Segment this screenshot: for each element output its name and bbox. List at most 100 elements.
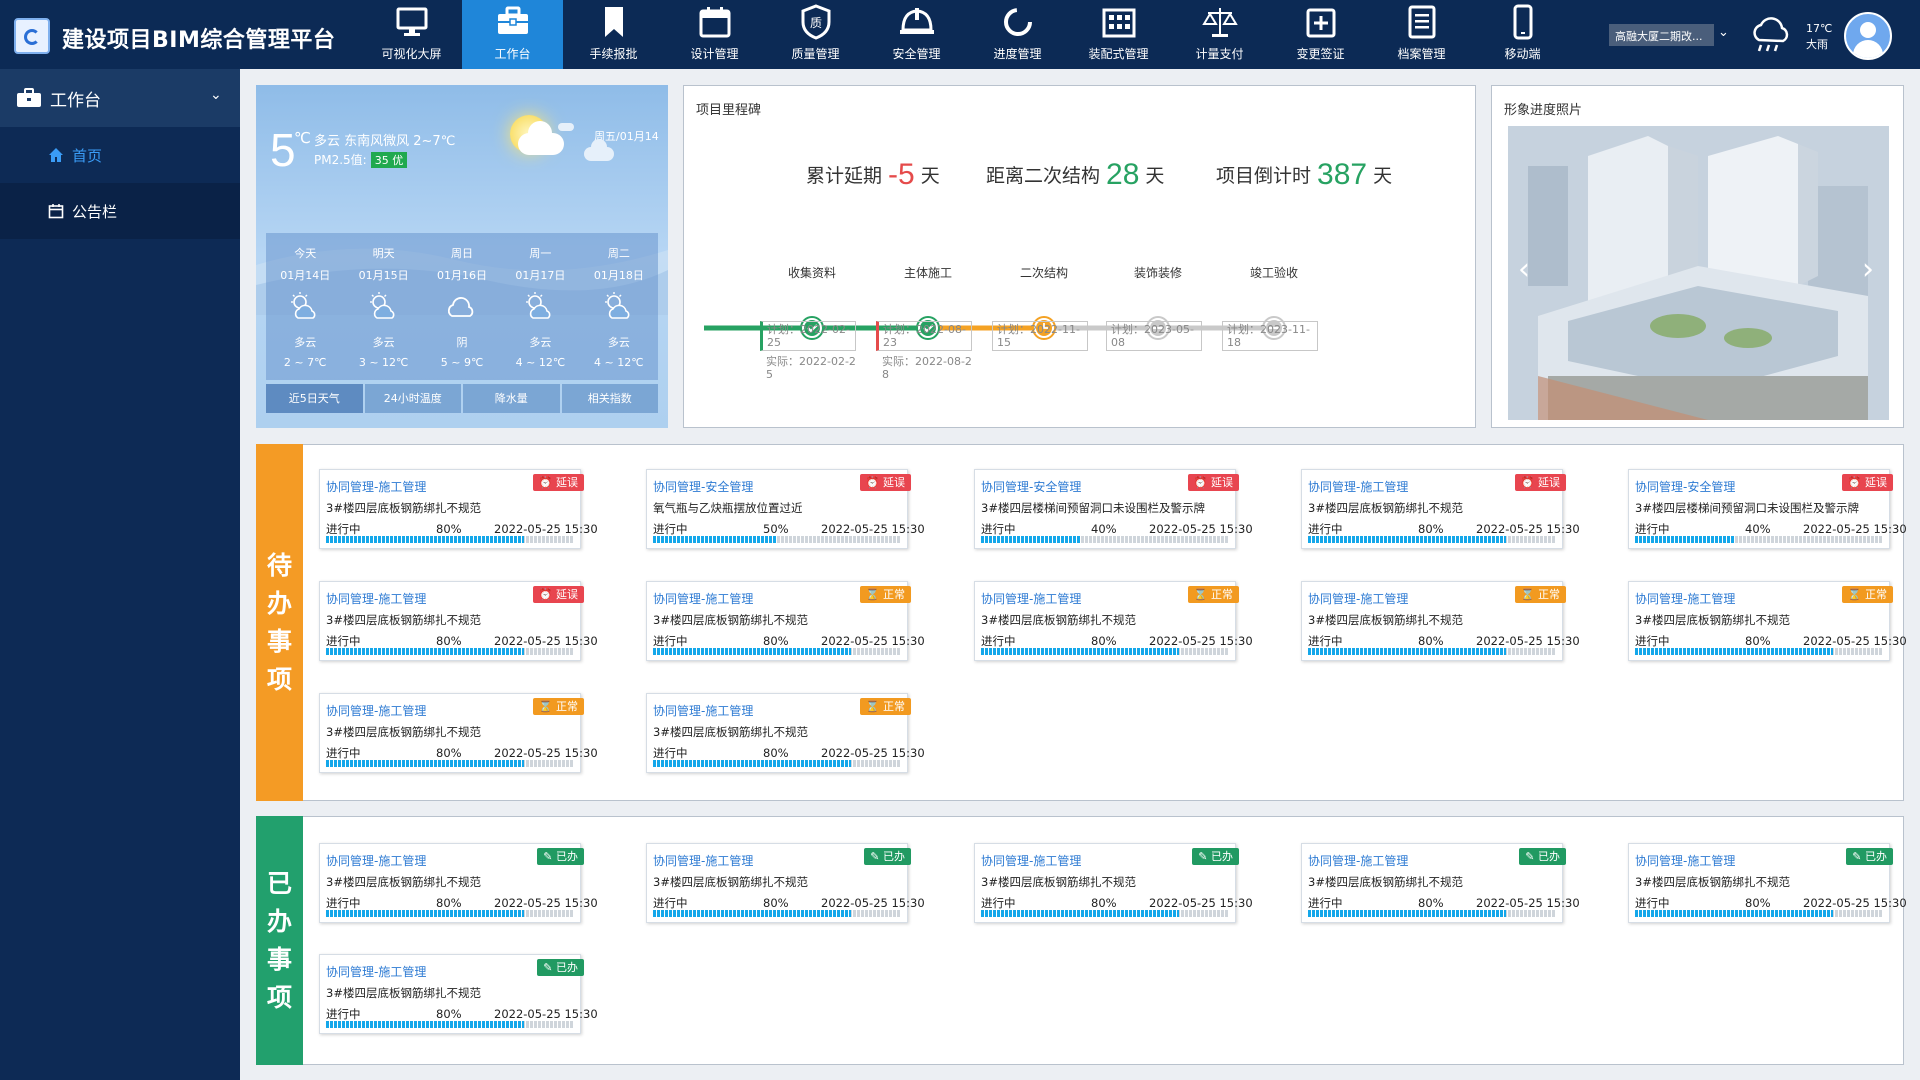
milestone-stage-label: 主体施工 <box>903 266 952 280</box>
photo-next-arrow[interactable]: › <box>1862 252 1874 287</box>
forecast-date: 01月14日 <box>280 269 331 282</box>
task-progress-bar <box>326 536 574 543</box>
briefcase-icon <box>497 6 528 34</box>
task-progress-bar <box>981 910 1229 917</box>
task-progress-bar <box>1308 536 1556 543</box>
user-avatar[interactable] <box>1844 12 1892 60</box>
photo-prev-arrow[interactable]: ‹ <box>1518 252 1530 287</box>
task-card[interactable]: 协同管理-施工管理 ✎ 已办 3#楼四层底板钢筋绑扎不规范 进行中 80% 2022-05… <box>319 954 598 1034</box>
task-status-badge: ⏰ 延误 <box>1187 474 1239 491</box>
weather-tab[interactable]: 相关指数 <box>561 384 658 413</box>
nav-item-progress-ring[interactable]: 进度管理 <box>967 0 1068 69</box>
band-char: 已 <box>266 868 292 898</box>
task-badge-label: 延误 <box>1538 476 1560 489</box>
task-badge-label: 延误 <box>1211 476 1233 489</box>
task-card[interactable]: 协同管理-施工管理 ⌛ 正常 3#楼四层底板钢筋绑扎不规范 进行中 80% 2022-05… <box>1301 581 1580 661</box>
milestone-stage-dates: 计划：2023-11-18 <box>1222 321 1318 351</box>
project-select[interactable]: 高融大厦二期改... <box>1609 24 1714 46</box>
task-category: 协同管理-施工管理 <box>981 854 1082 868</box>
task-badge-label: 已办 <box>1538 850 1560 863</box>
task-card[interactable]: 协同管理-施工管理 ✎ 已办 3#楼四层底板钢筋绑扎不规范 进行中 80% 2022-05… <box>1628 843 1907 923</box>
task-progress-bar <box>1635 648 1883 655</box>
forecast-condition: 多云 <box>529 336 552 349</box>
task-status: 进行中 <box>1635 896 1670 910</box>
forecast-day-name: 周二 <box>607 247 630 260</box>
building-icon <box>1102 8 1135 38</box>
forecast-day-name: 周日 <box>451 247 474 260</box>
milestone-title: 项目里程碑 <box>696 103 762 118</box>
task-card[interactable]: 协同管理-施工管理 ✎ 已办 3#楼四层底板钢筋绑扎不规范 进行中 80% 2022-05… <box>1301 843 1580 923</box>
nav-item-bookmark[interactable]: 手续报批 <box>563 0 664 69</box>
weather-tab[interactable]: 近5日天气 <box>266 384 363 413</box>
task-title: 氧气瓶与乙炔瓶摆放位置过近 <box>653 501 803 515</box>
task-category: 协同管理-安全管理 <box>653 480 754 494</box>
nav-item-monitor[interactable]: 可视化大屏 <box>361 0 462 69</box>
pin-icon: ✎ <box>870 850 883 863</box>
task-progress-bar <box>326 648 574 655</box>
task-card[interactable]: 协同管理-施工管理 ⌛ 正常 3#楼四层底板钢筋绑扎不规范 进行中 80% 2022-05… <box>1628 581 1907 661</box>
task-meta: 进行中 50% 2022-05-25 15:30 <box>653 521 943 537</box>
task-card[interactable]: 协同管理-安全管理 ⏰ 延误 3#楼四层楼梯间预留洞口未设围栏及警示牌 进行中 40% 2… <box>1628 469 1907 549</box>
task-card[interactable]: 协同管理-施工管理 ⌛ 正常 3#楼四层底板钢筋绑扎不规范 进行中 80% 2022-05… <box>646 581 925 661</box>
task-time: 2022-05-25 15:30 <box>1803 634 1907 648</box>
nav-item-helmet[interactable]: 安全管理 <box>866 0 967 69</box>
forecast-strip: 今天 01月14日 多云 2 ~ 7℃ 明天 01月15日 多云 3 ~ 12℃ 周日 01月16… <box>266 233 658 380</box>
sidebar-item-home[interactable]: 首页 <box>0 127 240 183</box>
nav-item-building[interactable]: 装配式管理 <box>1068 0 1169 69</box>
task-progress-fill <box>653 648 852 655</box>
alarm-icon: ⏰ <box>538 588 556 601</box>
task-title: 3#楼四层底板钢筋绑扎不规范 <box>981 875 1136 889</box>
nav-item-quality-shield[interactable]: 质质量管理 <box>765 0 866 69</box>
task-card[interactable]: 协同管理-施工管理 ⌛ 正常 3#楼四层底板钢筋绑扎不规范 进行中 80% 2022-05… <box>646 693 925 773</box>
task-title: 3#楼四层底板钢筋绑扎不规范 <box>1308 875 1463 889</box>
task-time: 2022-05-25 15:30 <box>494 746 598 760</box>
weather-tab[interactable]: 24小时温度 <box>364 384 461 413</box>
monitor-icon <box>396 7 427 36</box>
nav-item-scale[interactable]: 计量支付 <box>1169 0 1270 69</box>
hourglass-icon: ⌛ <box>865 700 883 713</box>
stat-delay: 累计延期 -5 天 <box>806 158 940 192</box>
task-card[interactable]: 协同管理-施工管理 ✎ 已办 3#楼四层底板钢筋绑扎不规范 进行中 80% 2022-05… <box>319 843 598 923</box>
task-status-badge: ⏰ 延误 <box>859 474 911 491</box>
task-card[interactable]: 协同管理-施工管理 ⏰ 延误 3#楼四层底板钢筋绑扎不规范 进行中 80% 2022-05… <box>319 581 598 661</box>
progress-photo-panel: 形象进度照片 ‹ › <box>1491 85 1904 428</box>
nav-item-calendar-plus[interactable]: 变更签证 <box>1270 0 1371 69</box>
task-status: 进行中 <box>326 746 361 760</box>
sidebar-item-bulletin[interactable]: 公告栏 <box>0 183 240 239</box>
task-meta: 进行中 80% 2022-05-25 15:30 <box>326 521 616 537</box>
task-status-badge: ⏰ 延误 <box>532 586 584 603</box>
done-section: 已办事项 协同管理-施工管理 ✎ 已办 3#楼四层底板钢筋绑扎不规范 进行中 80% 20… <box>256 816 1907 1065</box>
app-title: 建设项目BIM综合管理平台 <box>62 28 336 53</box>
alarm-icon: ⏰ <box>1193 476 1211 489</box>
task-progress-fill <box>981 910 1180 917</box>
task-meta: 进行中 80% 2022-05-25 15:30 <box>326 895 616 911</box>
task-card[interactable]: 协同管理-安全管理 ⏰ 延误 氧气瓶与乙炔瓶摆放位置过近 进行中 50% 2022-05-… <box>646 469 925 549</box>
task-card[interactable]: 协同管理-施工管理 ⏰ 延误 3#楼四层底板钢筋绑扎不规范 进行中 80% 2022-05… <box>319 469 598 549</box>
task-badge-label: 正常 <box>883 588 905 601</box>
nav-item-mobile[interactable]: 移动端 <box>1472 0 1573 69</box>
main-nav: 可视化大屏 工作台 手续报批 设计管理质质量管理 安全管理 进度管理 装配式管理 计量支付 变更… <box>361 0 1573 69</box>
chevron-down-icon[interactable]: ⌄ <box>1718 25 1729 40</box>
task-title: 3#楼四层楼梯间预留洞口未设围栏及警示牌 <box>1635 501 1859 515</box>
weather-tabs: 近5日天气 24小时温度 降水量 相关指数 <box>266 384 658 413</box>
task-card[interactable]: 协同管理-施工管理 ⌛ 正常 3#楼四层底板钢筋绑扎不规范 进行中 80% 2022-05… <box>319 693 598 773</box>
task-progress-bar <box>653 648 901 655</box>
task-percent: 80% <box>1745 896 1771 910</box>
forecast-range: 2 ~ 7℃ <box>283 356 327 369</box>
task-card[interactable]: 协同管理-施工管理 ✎ 已办 3#楼四层底板钢筋绑扎不规范 进行中 80% 2022-05… <box>974 843 1253 923</box>
task-time: 2022-05-25 15:30 <box>1149 522 1253 536</box>
sidebar-group-workbench[interactable]: 工作台 ⌄ <box>0 69 240 127</box>
task-badge-label: 已办 <box>556 961 578 974</box>
nav-item-calendar[interactable]: 设计管理 <box>664 0 765 69</box>
briefcase-icon <box>17 88 41 107</box>
task-card[interactable]: 协同管理-施工管理 ⌛ 正常 3#楼四层底板钢筋绑扎不规范 进行中 80% 2022-05… <box>974 581 1253 661</box>
nav-item-briefcase[interactable]: 工作台 <box>462 0 563 69</box>
milestone-plan-date: 计划：2023-11-18 <box>1222 321 1318 351</box>
task-badge-label: 正常 <box>1865 588 1887 601</box>
task-title: 3#楼四层底板钢筋绑扎不规范 <box>653 875 808 889</box>
nav-item-list-document[interactable]: 档案管理 <box>1371 0 1472 69</box>
task-card[interactable]: 协同管理-施工管理 ✎ 已办 3#楼四层底板钢筋绑扎不规范 进行中 80% 2022-05… <box>646 843 925 923</box>
weather-tab[interactable]: 降水量 <box>463 384 560 413</box>
task-card[interactable]: 协同管理-施工管理 ⏰ 延误 3#楼四层底板钢筋绑扎不规范 进行中 80% 2022-05… <box>1301 469 1580 549</box>
task-card[interactable]: 协同管理-安全管理 ⏰ 延误 3#楼四层楼梯间预留洞口未设围栏及警示牌 进行中 40% 2… <box>974 469 1253 549</box>
